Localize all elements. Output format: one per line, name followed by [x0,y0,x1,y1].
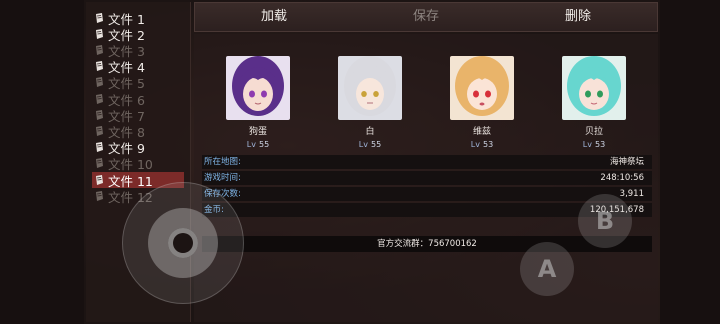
left-margin [0,0,84,324]
character-name: 维兹 [472,127,491,137]
save-count-value: 3,911 [619,189,644,199]
character-level: Lv 55 [246,140,270,149]
character-level: Lv 55 [358,140,382,149]
file-slot[interactable]: 文件 4 [94,59,190,75]
document-icon [94,158,104,169]
file-slot[interactable]: 文件 1 [94,10,190,27]
document-icon [94,12,104,24]
delete-button[interactable]: 删除 [533,3,623,31]
action-bar: 加载 保存 删除 [194,2,658,32]
character-portrait [562,56,626,120]
character-name: 贝拉 [584,127,603,137]
file-slot[interactable]: 文件 7 [94,107,190,124]
document-icon [94,190,104,202]
character-portrait [226,56,290,120]
a-button[interactable]: A [520,242,574,296]
load-button[interactable]: 加载 [229,3,319,31]
document-icon [94,142,104,153]
document-icon [94,44,104,56]
playtime-row: 游戏时间: 248:10:56 [202,171,652,185]
file-slot[interactable]: 文件 6 [94,91,190,108]
party-member-1: 狗蛋 Lv 55 [218,54,298,154]
file-slot[interactable]: 文件 2 [94,26,190,43]
playtime-label: 游戏时间: [204,173,241,183]
document-icon [94,93,104,105]
file-slot[interactable]: 文件 10 [94,156,190,172]
party-member-4: 贝拉 Lv 53 [554,54,634,154]
file-slot[interactable]: 文件 8 [94,123,190,140]
joystick-center [168,228,198,258]
map-row: 所在地图: 海神祭坛 [202,155,652,169]
save-button[interactable]: 保存 [381,3,471,31]
document-icon [94,174,104,186]
file-slot[interactable]: 文件 3 [94,42,190,59]
character-level: Lv 53 [582,140,606,149]
character-portrait [450,56,514,120]
character-name: 白 [365,127,375,137]
map-value: 海神祭坛 [609,157,644,167]
document-icon [94,61,104,72]
party-member-2: 白 Lv 55 [330,54,410,154]
character-level: Lv 53 [470,140,494,149]
document-icon [94,77,104,88]
character-portrait [338,56,402,120]
playtime-value: 248:10:56 [600,173,644,183]
map-label: 所在地图: [204,157,241,167]
save-count-row: 保存次数: 3,911 [202,187,652,201]
file-slot[interactable]: 文件 9 [94,140,190,156]
file-slot[interactable]: 文件 5 [94,75,190,91]
document-icon [94,109,104,121]
document-icon [94,125,104,137]
b-button[interactable]: B [578,194,632,248]
party-member-3: 维兹 Lv 53 [442,54,522,154]
save-detail-panel: 狗蛋 Lv 55 白 Lv 55 维兹 Lv 53 贝拉 Lv 53 所在地图:… [194,34,658,322]
right-margin [660,0,720,324]
character-name: 狗蛋 [248,127,267,137]
document-icon [94,28,104,40]
